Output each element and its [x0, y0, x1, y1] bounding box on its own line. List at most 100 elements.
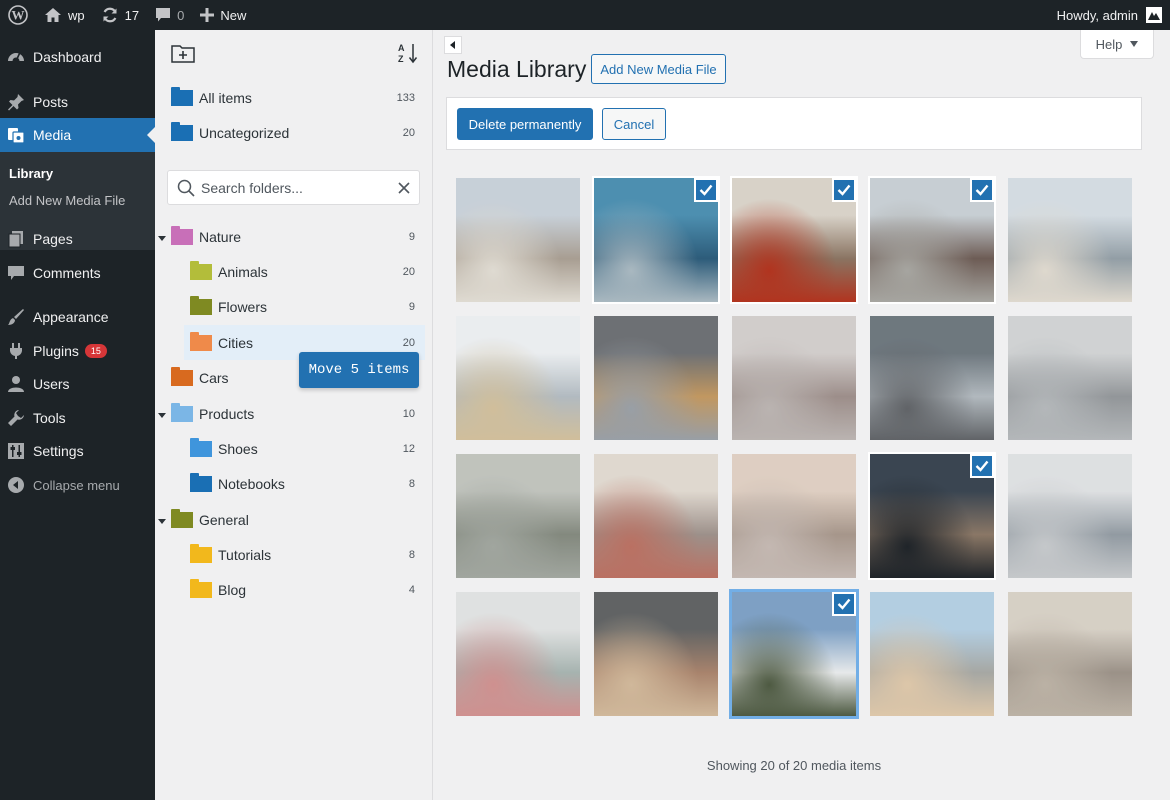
folder-uncategorized[interactable]: Uncategorized 20 — [171, 115, 425, 150]
search-folders-input[interactable] — [201, 179, 391, 196]
media-thumbnail[interactable] — [456, 316, 580, 440]
media-thumbnail[interactable] — [456, 592, 580, 716]
folder-count: 9 — [408, 300, 415, 313]
new-folder-button[interactable] — [171, 43, 195, 66]
folder-products[interactable]: Products 10 — [171, 396, 425, 431]
user-icon — [6, 374, 26, 394]
new-label: New — [220, 7, 247, 23]
my-account[interactable]: Howdy, admin — [1057, 0, 1170, 30]
media-thumbnail[interactable] — [592, 176, 720, 304]
delete-permanently-button[interactable]: Delete permanently — [457, 108, 593, 140]
collapse-folder-panel-button[interactable] — [444, 36, 462, 54]
menu-tools[interactable]: Tools — [0, 401, 155, 435]
media-thumbnail[interactable] — [456, 454, 580, 578]
add-new-media-button[interactable]: Add New Media File — [591, 54, 726, 84]
folder-label: General — [199, 511, 249, 528]
expand-caret-icon[interactable] — [158, 519, 166, 524]
media-thumbnail[interactable] — [594, 592, 718, 716]
plug-icon — [6, 341, 26, 361]
cancel-button[interactable]: Cancel — [602, 108, 666, 140]
selected-check-icon[interactable] — [832, 592, 856, 616]
wordpress-logo-button[interactable]: W — [0, 0, 36, 30]
updates-link[interactable]: 17 — [93, 0, 147, 30]
media-thumbnail[interactable] — [870, 316, 994, 440]
menu-label: Settings — [33, 443, 84, 459]
media-thumbnail[interactable] — [729, 589, 859, 719]
folder-icon — [171, 121, 193, 141]
folder-label: Tutorials — [218, 546, 272, 563]
selected-check-icon[interactable] — [832, 178, 856, 202]
menu-label: Posts — [33, 94, 69, 110]
thumbnail-image — [456, 592, 580, 716]
folder-panel: AZ All items 133 Uncategorized 20 Nature… — [155, 30, 433, 800]
new-content-link[interactable]: New — [192, 0, 254, 30]
expand-caret-icon[interactable] — [158, 413, 166, 418]
folder-icon — [171, 86, 193, 106]
media-thumbnail[interactable] — [1008, 454, 1132, 578]
selected-check-icon[interactable] — [970, 178, 994, 202]
menu-dashboard[interactable]: Dashboard — [0, 40, 155, 74]
caret-down-icon — [1130, 41, 1139, 47]
new-folder-icon — [171, 45, 195, 63]
thumbnail-image — [1008, 454, 1132, 578]
menu-posts[interactable]: Posts — [0, 85, 155, 119]
media-thumbnail[interactable] — [1008, 592, 1132, 716]
folder-icon — [190, 543, 212, 563]
admin-menu: Dashboard Posts Media Library Add New Me… — [0, 30, 155, 800]
folder-tutorials[interactable]: Tutorials 8 — [190, 537, 425, 572]
folder-shoes[interactable]: Shoes 12 — [190, 431, 425, 466]
svg-text:W: W — [12, 8, 25, 23]
sort-button[interactable]: AZ — [397, 42, 419, 67]
folder-animals[interactable]: Animals 20 — [190, 254, 425, 289]
plugins-update-badge: 15 — [84, 343, 107, 359]
expand-caret-icon[interactable] — [158, 236, 166, 241]
media-thumbnail[interactable] — [1008, 316, 1132, 440]
folder-notebooks[interactable]: Notebooks 8 — [190, 466, 425, 501]
folder-all-items[interactable]: All items 133 — [171, 80, 425, 115]
thumbnail-image — [456, 178, 580, 302]
folder-icon — [190, 260, 212, 280]
folder-count: 133 — [396, 91, 415, 104]
folder-count: 20 — [402, 126, 415, 139]
selected-check-icon[interactable] — [694, 178, 718, 202]
media-thumbnail[interactable] — [1008, 178, 1132, 302]
selected-check-icon[interactable] — [970, 454, 994, 478]
updates-icon — [103, 7, 117, 23]
media-thumbnail[interactable] — [594, 316, 718, 440]
menu-comments[interactable]: Comments — [0, 256, 155, 290]
folder-blog[interactable]: Blog 4 — [190, 572, 425, 607]
pages-icon — [6, 229, 26, 249]
clear-search-icon[interactable] — [398, 181, 410, 194]
media-thumbnail[interactable] — [868, 452, 996, 580]
svg-text:Z: Z — [398, 54, 404, 64]
menu-appearance[interactable]: Appearance — [0, 300, 155, 334]
media-thumbnail[interactable] — [594, 454, 718, 578]
submenu-add-new-media[interactable]: Add New Media File — [9, 193, 125, 208]
menu-media[interactable]: Media — [0, 118, 155, 152]
plus-icon — [200, 8, 215, 22]
menu-settings[interactable]: Settings — [0, 434, 155, 468]
media-count-status: Showing 20 of 20 media items — [706, 758, 882, 773]
menu-plugins[interactable]: Plugins 15 — [0, 334, 155, 368]
folder-general[interactable]: General — [171, 502, 425, 537]
submenu-library[interactable]: Library — [9, 166, 53, 181]
media-thumbnail[interactable] — [456, 178, 580, 302]
menu-users[interactable]: Users — [0, 367, 155, 401]
comments-link[interactable]: 0 — [147, 0, 192, 30]
site-name: wp — [68, 7, 85, 23]
folder-cars[interactable]: Cars — [171, 360, 291, 395]
folder-search — [167, 170, 420, 205]
folder-flowers[interactable]: Flowers 9 — [190, 289, 425, 324]
folder-nature[interactable]: Nature 9 — [171, 219, 425, 254]
collapse-menu-button[interactable]: Collapse menu — [0, 468, 155, 502]
help-tab-button[interactable]: Help — [1080, 30, 1154, 59]
menu-pages[interactable]: Pages — [0, 222, 155, 256]
media-thumbnail[interactable] — [732, 454, 856, 578]
media-thumbnail[interactable] — [730, 176, 858, 304]
menu-label: Appearance — [33, 309, 109, 325]
media-thumbnail[interactable] — [732, 316, 856, 440]
site-name-link[interactable]: wp — [36, 0, 93, 30]
media-thumbnail[interactable] — [868, 176, 996, 304]
search-icon — [177, 179, 195, 197]
media-thumbnail[interactable] — [870, 592, 994, 716]
